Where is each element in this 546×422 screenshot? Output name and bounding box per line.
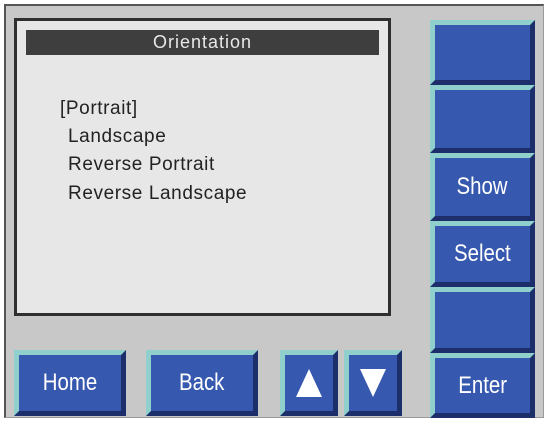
show-button[interactable]: Show [430,153,535,221]
screen-title: Orientation [26,30,379,55]
option-reverse-portrait[interactable]: Reverse Portrait [68,154,215,176]
display-screen: Orientation [Portrait] Landscape Reverse… [14,18,391,316]
up-arrow-button[interactable] [280,350,338,416]
enter-button-label: Enter [458,371,507,399]
home-button-label: Home [42,369,98,396]
option-landscape[interactable]: Landscape [68,126,166,148]
select-button-label: Select [454,240,511,267]
down-arrow-icon [360,369,386,397]
back-button[interactable]: Back [146,350,258,416]
side-button-5[interactable] [430,287,535,353]
side-button-2[interactable] [430,85,535,153]
up-arrow-icon [296,369,322,397]
home-button[interactable]: Home [14,350,126,416]
side-button-1[interactable] [430,20,535,85]
select-button[interactable]: Select [430,221,535,287]
option-portrait[interactable]: [Portrait] [60,98,138,120]
back-button-label: Back [179,369,225,396]
down-arrow-button[interactable] [344,350,402,416]
option-reverse-landscape[interactable]: Reverse Landscape [68,183,247,205]
show-button-label: Show [456,173,509,200]
enter-button[interactable]: Enter [430,353,535,418]
